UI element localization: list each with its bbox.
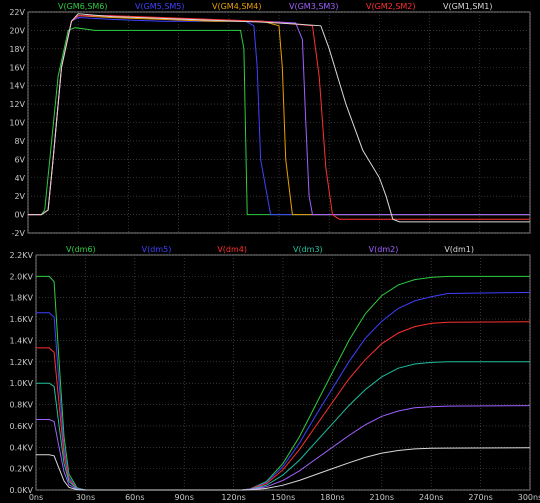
y-tick-label: 20V (9, 26, 25, 35)
y-tick-label: 12V (9, 100, 25, 109)
y-tick-label: 1.4KV (10, 336, 34, 345)
y-tick-label: 1.8KV (10, 294, 34, 303)
x-tick-label: 0ns (29, 493, 43, 502)
legend-entry: V(dm4) (217, 245, 247, 254)
x-tick-label: 150ns (271, 493, 296, 502)
legend-entry: V(dm3) (293, 245, 323, 254)
x-tick-label: 90ns (174, 493, 193, 502)
legend-entry: V(dm2) (369, 245, 399, 254)
y-tick-label: 2V (14, 192, 25, 201)
legend-entry: V(GM1,SM1) (443, 2, 493, 11)
series-line (28, 16, 530, 216)
y-tick-label: 1.0KV (10, 379, 34, 388)
y-tick-label: 1.6KV (10, 315, 34, 324)
y-tick-label: 0.4KV (10, 443, 34, 452)
y-tick-label: 0.6KV (10, 422, 34, 431)
y-tick-label: 6V (14, 155, 25, 164)
y-tick-label: 4V (14, 174, 25, 183)
x-tick-label: 120ns (221, 493, 246, 502)
y-tick-label: 0.2KV (10, 465, 34, 474)
y-tick-label: 16V (9, 63, 25, 72)
y-tick-label: 10V (9, 119, 25, 128)
y-tick-label: 22V (9, 8, 25, 17)
legend-entry: V(GM6,SM6) (58, 2, 108, 11)
x-tick-label: 270ns (468, 493, 493, 502)
x-tick-label: 210ns (370, 493, 395, 502)
legend-entry: V(GM5,SM5) (135, 2, 185, 11)
legend-entry: V(dm6) (66, 245, 96, 254)
y-tick-label: 0.8KV (10, 401, 34, 410)
x-tick-label: 300ns (518, 493, 540, 502)
legend-entry: V(dm1) (444, 245, 474, 254)
waveform-plot: -2V 0V 2V 4V 6V 8V 10V 12V 14V 16V 18V 20V 22V V(GM6,… (9, 2, 540, 502)
legend-entry: V(GM3,SM3) (289, 2, 339, 11)
legend-entry: V(GM4,SM4) (212, 2, 262, 11)
y-tick-label: 14V (9, 82, 25, 91)
x-tick-label: 240ns (419, 493, 444, 502)
legend-entry: V(dm5) (142, 245, 172, 254)
x-tick-label: 60ns (125, 493, 144, 502)
y-tick-label: 8V (14, 137, 25, 146)
y-tick-label: -2V (12, 229, 26, 238)
y-tick-label: 1.2KV (10, 358, 34, 367)
legend-entry: V(GM2,SM2) (366, 2, 416, 11)
x-tick-label: 30ns (76, 493, 95, 502)
x-tick-label: 180ns (320, 493, 345, 502)
y-tick-label: 0V (14, 211, 25, 220)
y-tick-label: 2.0KV (10, 272, 34, 281)
y-tick-label: 2.2KV (10, 251, 34, 260)
y-tick-label: 18V (9, 45, 25, 54)
